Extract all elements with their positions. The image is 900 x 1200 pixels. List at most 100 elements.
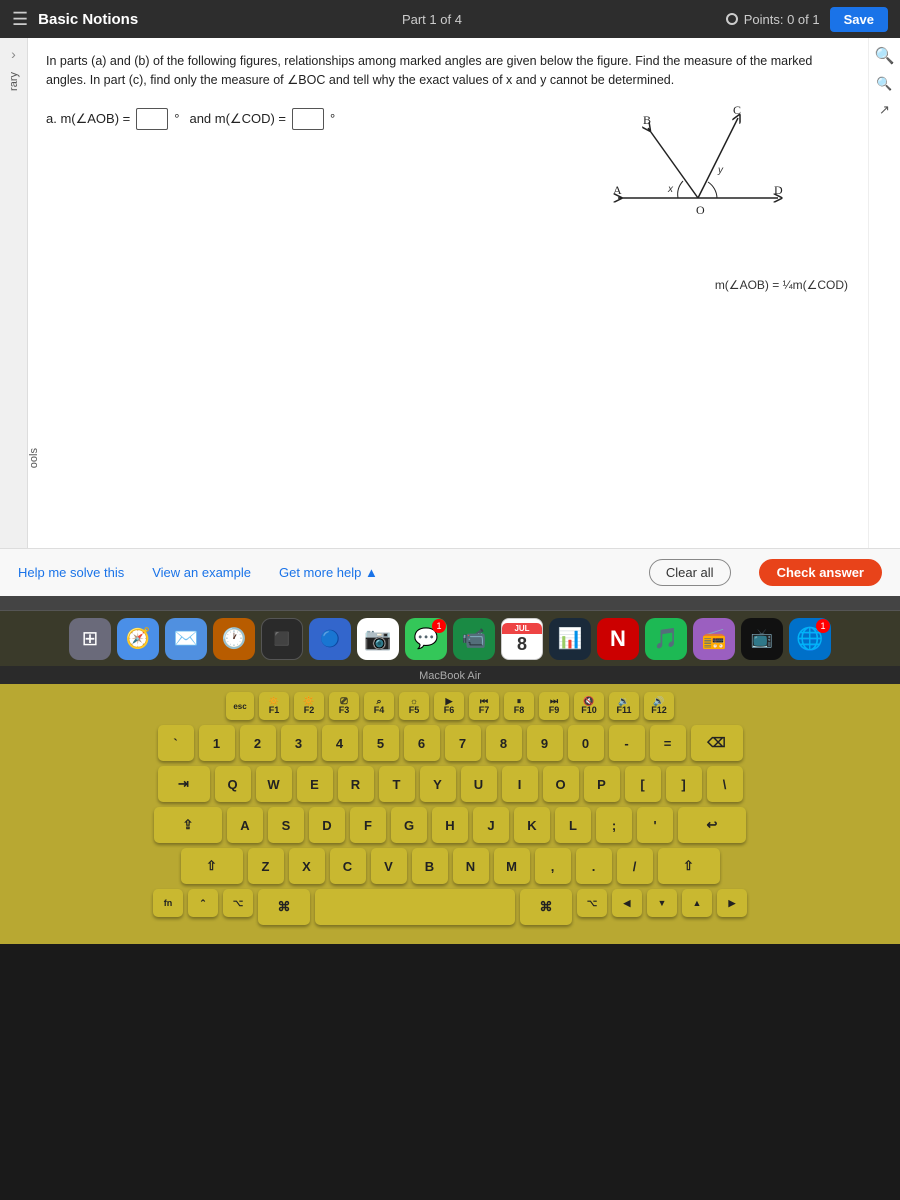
key-g[interactable]: G [391,807,427,843]
dock-clock[interactable]: 🕐 [213,618,255,660]
key-3[interactable]: 3 [281,725,317,761]
key-enter[interactable]: ↩ [678,807,746,843]
dock-calendar[interactable]: JUL 8 [501,618,543,660]
key-f1[interactable]: 🔅F1 [259,692,289,720]
dock-music[interactable]: 🎵 [645,618,687,660]
key-h[interactable]: H [432,807,468,843]
dock-photos[interactable]: 📷 [357,618,399,660]
key-u[interactable]: U [461,766,497,802]
key-0[interactable]: 0 [568,725,604,761]
key-l[interactable]: L [555,807,591,843]
key-1[interactable]: 1 [199,725,235,761]
key-cmd-left[interactable]: ⌘ [258,889,310,925]
sidebar-collapse-arrow[interactable]: › [11,46,16,62]
key-c[interactable]: C [330,848,366,884]
key-f11[interactable]: 🔉F11 [609,692,639,720]
key-v[interactable]: V [371,848,407,884]
dock-launchpad[interactable]: ⊞ [69,618,111,660]
key-f5[interactable]: ☼F5 [399,692,429,720]
dock-stocks[interactable]: 📊 [549,618,591,660]
key-f7[interactable]: ⏮F7 [469,692,499,720]
key-arrow-right[interactable]: ▶ [717,889,747,917]
key-fn[interactable]: fn [153,889,183,917]
key-9[interactable]: 9 [527,725,563,761]
key-n[interactable]: N [453,848,489,884]
key-i[interactable]: I [502,766,538,802]
key-semicolon[interactable]: ; [596,807,632,843]
key-q[interactable]: Q [215,766,251,802]
key-comma[interactable]: , [535,848,571,884]
zoom-in-icon[interactable]: 🔍 [876,76,892,92]
key-rbracket[interactable]: ] [666,766,702,802]
dock-terminal[interactable]: ⬛ [261,618,303,660]
answer-input-cod[interactable] [292,108,324,130]
dock-notion[interactable]: N [597,618,639,660]
search-icon[interactable]: 🔍 [875,46,895,66]
key-backspace[interactable]: ⌫ [691,725,743,761]
key-2[interactable]: 2 [240,725,276,761]
key-w[interactable]: W [256,766,292,802]
key-5[interactable]: 5 [363,725,399,761]
help-solve-link[interactable]: Help me solve this [18,565,124,580]
key-p[interactable]: P [584,766,620,802]
dock-mail[interactable]: ✉️ [165,618,207,660]
dock-appletv[interactable]: 📺 [741,618,783,660]
get-more-help-link[interactable]: Get more help ▲ [279,565,378,580]
dock-facetime[interactable]: 📹 [453,618,495,660]
key-f4[interactable]: ⌕F4 [364,692,394,720]
external-link-icon[interactable]: ↗ [879,102,890,118]
dock-podcast[interactable]: 📻 [693,618,735,660]
check-answer-button[interactable]: Check answer [759,559,882,586]
key-k[interactable]: K [514,807,550,843]
key-s[interactable]: S [268,807,304,843]
key-minus[interactable]: - [609,725,645,761]
key-option-left[interactable]: ⌥ [223,889,253,917]
key-shift-left[interactable]: ⇧ [181,848,243,884]
key-arrow-up[interactable]: ▲ [682,889,712,917]
key-a[interactable]: A [227,807,263,843]
key-capslock[interactable]: ⇪ [154,807,222,843]
key-arrow-left[interactable]: ◀ [612,889,642,917]
key-y[interactable]: Y [420,766,456,802]
dock-finder[interactable]: 🧭 [117,618,159,660]
key-o[interactable]: O [543,766,579,802]
key-esc[interactable]: esc [226,692,254,720]
key-equals[interactable]: = [650,725,686,761]
key-cmd-right[interactable]: ⌘ [520,889,572,925]
key-f8[interactable]: ⏸F8 [504,692,534,720]
key-quote[interactable]: ' [637,807,673,843]
key-period[interactable]: . [576,848,612,884]
key-4[interactable]: 4 [322,725,358,761]
key-t[interactable]: T [379,766,415,802]
key-tab[interactable]: ⇥ [158,766,210,802]
key-f10[interactable]: 🔇F10 [574,692,604,720]
key-f3[interactable]: ⎚F3 [329,692,359,720]
dock-safari[interactable]: 🌐 1 [789,618,831,660]
key-option-right[interactable]: ⌥ [577,889,607,917]
key-f6[interactable]: ▶F6 [434,692,464,720]
menu-icon[interactable]: ☰ [12,9,28,30]
key-6[interactable]: 6 [404,725,440,761]
key-shift-right[interactable]: ⇧ [658,848,720,884]
key-m[interactable]: M [494,848,530,884]
answer-input-aob[interactable] [136,108,168,130]
key-f[interactable]: F [350,807,386,843]
key-slash[interactable]: / [617,848,653,884]
key-b[interactable]: B [412,848,448,884]
key-x[interactable]: X [289,848,325,884]
dock-messages[interactable]: 💬 1 [405,618,447,660]
key-d[interactable]: D [309,807,345,843]
key-j[interactable]: J [473,807,509,843]
dock-app1[interactable]: 🔵 [309,618,351,660]
view-example-link[interactable]: View an example [152,565,251,580]
key-r[interactable]: R [338,766,374,802]
key-z[interactable]: Z [248,848,284,884]
key-f9[interactable]: ⏭F9 [539,692,569,720]
key-f2[interactable]: 🔆F2 [294,692,324,720]
key-lbracket[interactable]: [ [625,766,661,802]
save-button[interactable]: Save [830,7,888,32]
key-backslash[interactable]: \ [707,766,743,802]
key-7[interactable]: 7 [445,725,481,761]
key-e[interactable]: E [297,766,333,802]
key-ctrl[interactable]: ⌃ [188,889,218,917]
